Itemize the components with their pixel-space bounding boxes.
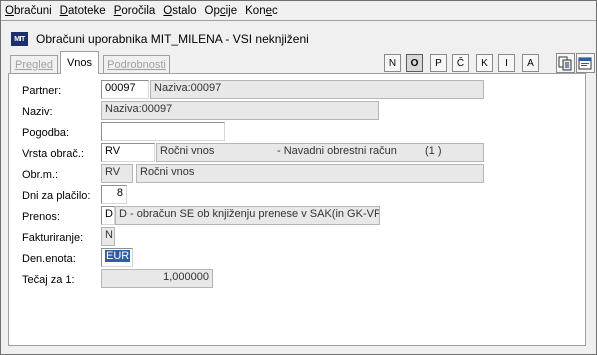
menu-ostalo[interactable]: Ostalo — [159, 2, 200, 20]
naziv-display: Naziva:00097 — [101, 101, 379, 120]
denarna-enota-label: Den.enota: — [22, 253, 76, 265]
vrsta-obracuna-code-field[interactable]: RV — [101, 143, 155, 162]
naziv-label: Naziv: — [22, 106, 53, 118]
denarna-enota-selected-text: EUR — [105, 250, 131, 262]
prenos-display: D - obračun SE ob knjiženju prenese v SA… — [115, 206, 380, 225]
tab-podrobnosti[interactable]: Podrobnosti — [103, 55, 170, 73]
obracunska-metoda-display: Ročni vnos — [136, 164, 484, 183]
menu-bar: Obračuni Datoteke Poročila Ostalo Opcije… — [1, 1, 596, 21]
mit-logo-icon: MIT — [11, 32, 28, 46]
partner-name-display: Naziva:00097 — [150, 80, 484, 99]
vrsta-obracuna-label: Vrsta obrač.: — [22, 148, 84, 160]
toolbar-n-button[interactable]: N — [384, 54, 401, 72]
denarna-enota-field[interactable]: EUR — [101, 248, 133, 267]
partner-code-field[interactable]: 00097 — [101, 80, 149, 99]
tab-vnos[interactable]: Vnos — [60, 51, 99, 74]
dni-za-placilo-label: Dni za plačilo: — [22, 190, 91, 202]
copy-document-button[interactable] — [556, 53, 575, 73]
obracunska-metoda-label: Obr.m.: — [22, 169, 59, 181]
prenos-label: Prenos: — [22, 211, 60, 223]
vrsta-obracuna-desc3: (1 ) — [425, 145, 442, 157]
tecaj-label: Tečaj za 1: — [22, 274, 75, 286]
toolbar-p-button[interactable]: P — [430, 54, 447, 72]
fakturiranje-label: Fakturiranje: — [22, 232, 84, 244]
fakturiranje-field: N — [101, 227, 115, 246]
menu-datoteke[interactable]: Datoteke — [56, 2, 110, 20]
window-options-button[interactable] — [576, 53, 595, 73]
window-options-icon — [578, 57, 592, 69]
tecaj-display: 1,000000 — [101, 269, 213, 288]
obracunska-metoda-code: RV — [101, 164, 133, 183]
partner-label: Partner: — [22, 85, 62, 97]
vrsta-obracuna-desc: Ročni vnos — [160, 145, 215, 157]
window-title: Obračuni uporabnika MIT_MILENA - VSI nek… — [36, 32, 309, 46]
toolbar-k-button[interactable]: K — [476, 54, 493, 72]
window-title-bar: MIT Obračuni uporabnika MIT_MILENA - VSI… — [1, 27, 596, 51]
menu-obracuni[interactable]: Obračuni — [1, 2, 56, 20]
vrsta-obracuna-desc2: - Navadni obrestni račun — [277, 145, 397, 157]
toolbar-a-button[interactable]: A — [522, 54, 539, 72]
toolbar-i-button[interactable]: I — [498, 54, 515, 72]
prenos-code-field[interactable]: D — [101, 206, 115, 225]
tab-pregled[interactable]: Pregled — [10, 55, 58, 73]
dni-za-placilo-field[interactable]: 8 — [101, 185, 127, 204]
toolbar-c-button[interactable]: Č — [452, 54, 469, 72]
menu-opcije[interactable]: Opcije — [201, 2, 242, 20]
toolbar-o-button[interactable]: O — [406, 54, 423, 72]
copy-document-icon — [558, 56, 572, 70]
vrsta-obracuna-display: Ročni vnos - Navadni obrestni račun (1 ) — [156, 143, 484, 162]
pogodba-label: Pogodba: — [22, 127, 70, 139]
menu-porocila[interactable]: Poročila — [110, 2, 160, 20]
menu-konec[interactable]: Konec — [241, 2, 282, 20]
pogodba-field[interactable] — [101, 122, 225, 141]
